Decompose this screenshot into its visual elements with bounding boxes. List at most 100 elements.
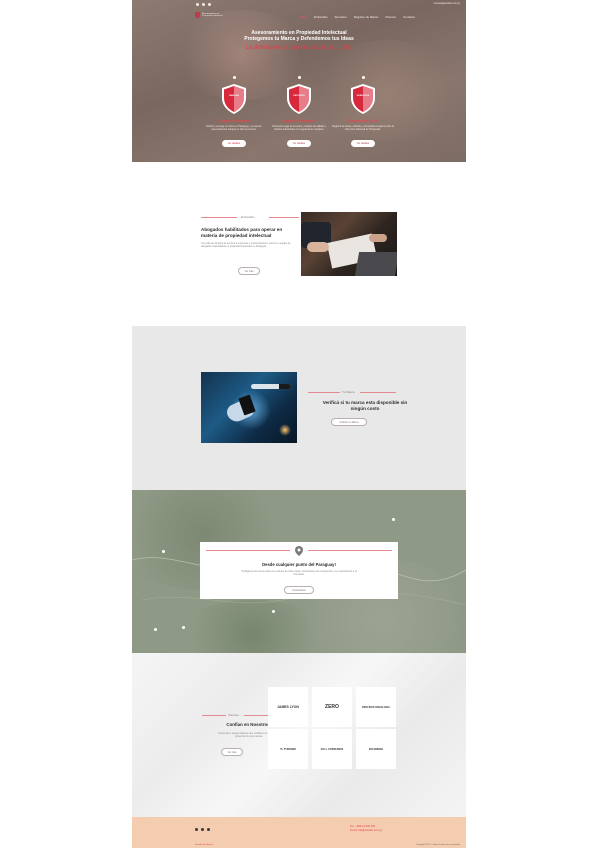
estudio-text: Con más de 20 años de servicio a empresa… [201,242,291,249]
footer-email[interactable]: Email: info@estudio.com.py [350,829,382,833]
shield-label: MARCAS [229,95,239,97]
map-title: Desde cualquier punto del Paraguay! [262,562,336,567]
map-info-card: Desde cualquier punto del Paraguay! Trab… [200,542,398,599]
shield-icon: DERECHOS [350,83,376,115]
clientes-section: Clientes Confían en Nosotros Empresas y … [132,653,466,817]
service-column-marcas: MARCAS Registro de Marcas Verificá y pro… [199,76,269,149]
photo-detail [307,242,329,252]
map-pin-icon [162,550,165,553]
service-column-patentes: PATENTES Registro de Patentes Protección… [264,76,334,149]
client-logo-zero: ZERO [312,687,352,727]
client-logo-text: ESCONDIDA [368,747,384,751]
service-text: Registro de obras, software y contenidos… [332,125,394,131]
map-pin-icon [272,610,275,613]
divider [308,392,340,393]
footer-copyright: Copyright 2021 © Todos los derechos rese… [416,844,460,846]
page: marcas@estudio.com.py Asesoramiento en P… [0,0,600,848]
nav-item-servicios[interactable]: Servicios [335,15,347,19]
nav-item-contacto[interactable]: Contacto [403,15,415,19]
client-logo-text: BIOS BIOS ONCOLOGIA [362,705,390,709]
dot-marker [297,76,301,79]
shield-icon: PATENTES [286,83,312,115]
divider [360,392,396,393]
verificar-marca-button[interactable]: Verificar mi Marca [331,418,367,426]
shield-icon: MARCAS [221,83,247,115]
shield-label: PATENTES [293,95,305,97]
shield-label: DERECHOS [356,95,370,97]
top-bar: marcas@estudio.com.py [132,0,466,9]
nav-item-inicio[interactable]: Inicio [300,15,307,19]
divider [244,715,268,716]
dot-marker [361,76,365,79]
estudio-title: Abogados habilitados para operar en mate… [201,227,283,238]
dot-marker [232,76,236,79]
client-logo-tl: TL TURISMO [268,729,308,769]
estudio-section: El Estudio Abogados habilitados para ope… [132,162,466,326]
map-pin-icon [392,518,395,521]
service-details-button[interactable]: Ver detalles [287,140,311,147]
top-contact[interactable]: marcas@estudio.com.py [434,2,460,5]
twitter-icon[interactable] [202,3,205,6]
instagram-icon[interactable] [207,828,210,831]
service-title: Derechos de Autor [347,119,379,123]
ver-mas-button[interactable]: Ver más [238,267,260,275]
footer-contact: Tel.: +595 21 000 000 Email: info@estudi… [350,825,382,833]
divider [308,550,392,551]
client-logo-text: FULL CONSUMOS [320,747,344,751]
service-details-button[interactable]: Ver detalles [222,140,246,147]
site-footer: Tel.: +595 21 000 000 Email: info@estudi… [132,817,466,848]
phone-search-photo [201,372,297,443]
facebook-icon[interactable] [195,828,198,831]
shield-logo-icon [195,12,200,18]
photo-detail [369,234,387,242]
ver-mas-clientes-button[interactable]: Ver más [221,748,243,756]
section-label: Tu Marca [342,390,355,394]
map-section: Desde cualquier punto del Paraguay! Trab… [132,490,466,653]
hero-section: marcas@estudio.com.py Asesoramiento en P… [132,0,466,162]
client-logo-escondida: ESCONDIDA [356,729,396,769]
service-title: Registro de Patentes [282,119,316,123]
site-logo[interactable]: Asesoramiento en Propiedad Intelectual [195,12,230,18]
photo-detail [354,252,397,276]
photo-detail [279,424,291,436]
nav-item-registro[interactable]: Registro de Marca [354,15,379,19]
client-logo-text: ZERO [325,704,339,710]
service-column-derechos: DERECHOS Derechos de Autor Registro de o… [328,76,398,149]
nav-item-estudio[interactable]: El Estudio [314,15,328,19]
marca-section: Tu Marca Verificá si tu marca esta dispo… [132,326,466,490]
client-logo-james-lyon: JAMES LYON [268,687,308,727]
marca-title: Verificá si tu marca esta disponible sin… [322,400,408,411]
instagram-icon[interactable] [208,3,211,6]
service-text: Protección legal de inventos, modelos de… [272,125,326,131]
footer-social-links [195,828,210,831]
service-title: Registro de Marcas [218,119,250,123]
hero-subtitle: La defendemos para tu estudio a tu sitio [245,45,353,51]
nav-item-clientes[interactable]: Clientes [385,15,396,19]
map-pin-icon [182,626,185,629]
divider [201,217,237,218]
client-logo-text: TL TURISMO [280,747,296,751]
main-nav: Inicio El Estudio Servicios Registro de … [300,15,415,19]
divider [202,715,226,716]
divider [206,550,290,551]
section-label: Clientes [228,713,239,717]
twitter-icon[interactable] [201,828,204,831]
facebook-icon[interactable] [196,3,199,6]
hero-title-line-2: Protegemos tu Marca y Defendemos tus Ide… [244,36,354,43]
website-frame: marcas@estudio.com.py Asesoramiento en P… [132,0,466,848]
footer-brand[interactable]: Estudio de Marcas [195,844,213,846]
section-label: El Estudio [241,215,255,219]
search-bar-graphic [251,384,291,389]
client-logo-text: JAMES LYON [277,705,299,709]
social-links [196,3,211,6]
client-logo-full: FULL CONSUMOS [312,729,352,769]
client-logo-bios: BIOS BIOS ONCOLOGIA [356,687,396,727]
lawyer-signing-photo [301,212,397,276]
contactanos-button[interactable]: Contactanos [284,586,314,594]
map-pin-icon [154,628,157,631]
logo-text: Asesoramiento en Propiedad Intelectual [202,12,223,18]
service-details-button[interactable]: Ver detalles [351,140,375,147]
location-pin-icon [295,546,303,556]
hero-title: Asesoramiento en Propiedad Intelectual P… [132,30,466,42]
divider [269,217,299,218]
